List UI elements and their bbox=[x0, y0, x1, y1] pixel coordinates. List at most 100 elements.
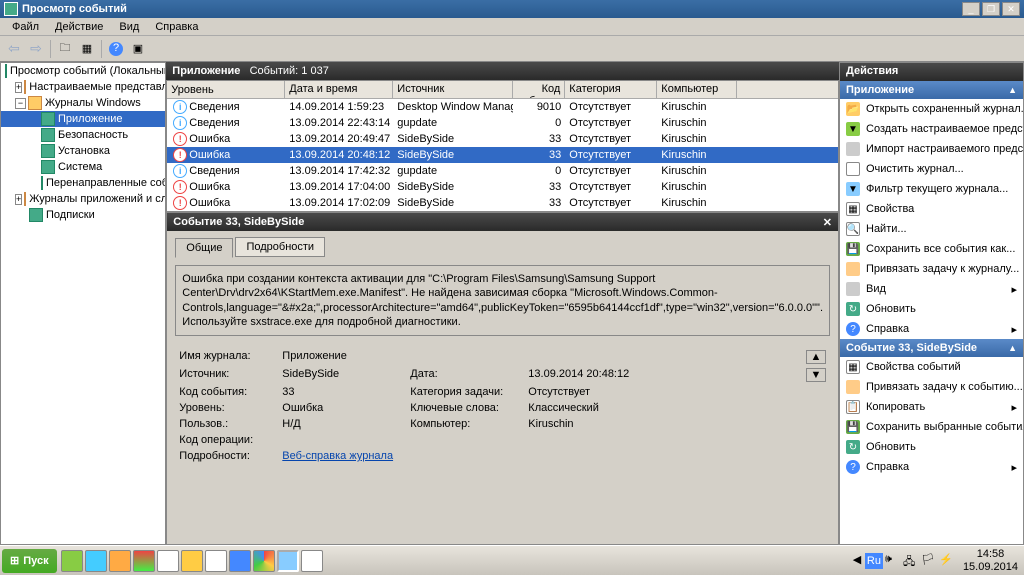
taskbar-app-3[interactable] bbox=[109, 550, 131, 572]
taskbar-app-2[interactable] bbox=[85, 550, 107, 572]
list-header: Приложение Событий: 1 037 bbox=[166, 62, 839, 80]
detail-header: Событие 33, SideBySide ✕ bbox=[167, 213, 838, 231]
detail-close-button[interactable]: ✕ bbox=[823, 216, 832, 229]
tray-icon-3[interactable]: 🏳 bbox=[921, 553, 937, 569]
action-attach-task-event[interactable]: Привязать задачу к событию... bbox=[840, 377, 1023, 397]
table-row[interactable]: iСведения13.09.2014 22:43:14gupdate0Отсу… bbox=[167, 115, 838, 131]
tray-lang[interactable]: Ru bbox=[865, 553, 883, 569]
tree-system[interactable]: Система bbox=[1, 159, 165, 175]
window-title: Просмотр событий bbox=[22, 3, 962, 15]
event-list[interactable]: Уровень Дата и время Источник Код событи… bbox=[166, 80, 839, 212]
tree-custom-views[interactable]: +Настраиваемые представления bbox=[1, 79, 165, 95]
actions-section-app[interactable]: Приложение▲ bbox=[840, 81, 1023, 99]
taskbar-app-6[interactable] bbox=[181, 550, 203, 572]
tree-root[interactable]: Просмотр событий (Локальный) bbox=[1, 63, 165, 79]
col-source[interactable]: Источник bbox=[393, 81, 513, 98]
help-button[interactable]: ? bbox=[106, 39, 126, 59]
back-button: ⇦ bbox=[4, 39, 24, 59]
tab-general[interactable]: Общие bbox=[175, 238, 233, 258]
table-row[interactable]: !Ошибка13.09.2014 20:48:12SideBySide33От… bbox=[167, 147, 838, 163]
folder-open-icon: 📂 bbox=[846, 102, 860, 116]
keywords-value: Классический bbox=[528, 402, 798, 414]
tray-icon-2[interactable]: 🖧 bbox=[903, 553, 919, 569]
taskbar-app-8[interactable] bbox=[229, 550, 251, 572]
table-row[interactable]: !Ошибка13.09.2014 17:04:00SideBySide33От… bbox=[167, 179, 838, 195]
tree-security[interactable]: Безопасность bbox=[1, 127, 165, 143]
tree-windows-logs[interactable]: −Журналы Windows bbox=[1, 95, 165, 111]
action-copy[interactable]: 📋Копировать▸ bbox=[840, 397, 1023, 417]
web-help-link[interactable]: Веб-справка журнала bbox=[282, 450, 393, 462]
start-button[interactable]: ⊞ Пуск bbox=[2, 549, 57, 573]
action-filter-log[interactable]: ▼Фильтр текущего журнала... bbox=[840, 179, 1023, 199]
tree-application[interactable]: Приложение bbox=[1, 111, 165, 127]
menubar: Файл Действие Вид Справка bbox=[0, 18, 1024, 36]
menu-view[interactable]: Вид bbox=[111, 19, 147, 35]
taskbar-app-1[interactable] bbox=[61, 550, 83, 572]
action-view[interactable]: Вид▸ bbox=[840, 279, 1023, 299]
action-help-2[interactable]: ?Справка▸ bbox=[840, 457, 1023, 477]
action-save-all[interactable]: 💾Сохранить все события как... bbox=[840, 239, 1023, 259]
close-button[interactable]: ✕ bbox=[1002, 2, 1020, 16]
code-value: 33 bbox=[282, 386, 402, 398]
titlebar: Просмотр событий _ ❐ ✕ bbox=[0, 0, 1024, 18]
menu-help[interactable]: Справка bbox=[147, 19, 206, 35]
taskbar-app-5[interactable] bbox=[157, 550, 179, 572]
tree-forwarded[interactable]: Перенаправленные события bbox=[1, 175, 165, 191]
toolbar-btn-3[interactable]: ▣ bbox=[128, 39, 148, 59]
event-message: Ошибка при создании контекста активации … bbox=[175, 265, 830, 336]
tray-clock[interactable]: 14:58 15.09.2014 bbox=[963, 548, 1018, 572]
tree-setup[interactable]: Установка bbox=[1, 143, 165, 159]
save-icon: 💾 bbox=[846, 242, 860, 256]
taskbar-app-4[interactable] bbox=[133, 550, 155, 572]
tree-app-services[interactable]: +Журналы приложений и служб bbox=[1, 191, 165, 207]
action-refresh[interactable]: ↻Обновить bbox=[840, 299, 1023, 319]
taskbar-app-11[interactable] bbox=[301, 550, 323, 572]
column-headers[interactable]: Уровень Дата и время Источник Код событи… bbox=[167, 81, 838, 99]
info-icon: i bbox=[173, 164, 187, 178]
nav-down-icon[interactable]: ▼ bbox=[806, 368, 826, 382]
tray-icon-4[interactable]: ⚡ bbox=[939, 553, 955, 569]
action-create-view[interactable]: ▼Создать настраиваемое представле... bbox=[840, 119, 1023, 139]
tree-panel[interactable]: Просмотр событий (Локальный) +Настраивае… bbox=[0, 62, 166, 545]
action-event-props[interactable]: ▦Свойства событий bbox=[840, 357, 1023, 377]
tray-icon-1[interactable]: 🕪 bbox=[885, 553, 901, 569]
action-import-view[interactable]: Импорт настраиваемого представле... bbox=[840, 139, 1023, 159]
error-icon: ! bbox=[173, 148, 187, 162]
toolbar-btn-2[interactable]: ▦ bbox=[77, 39, 97, 59]
tray-expand-icon[interactable]: ◀ bbox=[851, 553, 863, 569]
col-code[interactable]: Код события bbox=[513, 81, 565, 98]
action-clear-log[interactable]: Очистить журнал... bbox=[840, 159, 1023, 179]
table-row[interactable]: !Ошибка13.09.2014 17:02:09SideBySide33От… bbox=[167, 195, 838, 211]
maximize-button[interactable]: ❐ bbox=[982, 2, 1000, 16]
minimize-button[interactable]: _ bbox=[962, 2, 980, 16]
toolbar-btn-1[interactable]: 🗀 bbox=[55, 39, 75, 59]
action-open-log[interactable]: 📂Открыть сохраненный журнал... bbox=[840, 99, 1023, 119]
action-save-selected[interactable]: 💾Сохранить выбранные события... bbox=[840, 417, 1023, 437]
action-help[interactable]: ?Справка▸ bbox=[840, 319, 1023, 339]
taskbar-app-10[interactable] bbox=[277, 550, 299, 572]
table-row[interactable]: iСведения13.09.2014 17:42:32gupdate0Отсу… bbox=[167, 163, 838, 179]
user-value: Н/Д bbox=[282, 418, 402, 430]
save-icon: 💾 bbox=[846, 420, 860, 434]
code-label: Код события: bbox=[179, 386, 274, 398]
tab-details[interactable]: Подробности bbox=[235, 237, 325, 257]
nav-up-icon[interactable]: ▲ bbox=[806, 350, 826, 364]
menu-file[interactable]: Файл bbox=[4, 19, 47, 35]
col-computer[interactable]: Компьютер bbox=[657, 81, 737, 98]
tree-subscriptions[interactable]: Подписки bbox=[1, 207, 165, 223]
actions-section-event[interactable]: Событие 33, SideBySide▲ bbox=[840, 339, 1023, 357]
action-properties[interactable]: ▦Свойства bbox=[840, 199, 1023, 219]
action-find[interactable]: 🔍Найти... bbox=[840, 219, 1023, 239]
action-attach-task-log[interactable]: Привязать задачу к журналу... bbox=[840, 259, 1023, 279]
copy-icon: 📋 bbox=[846, 400, 860, 414]
table-row[interactable]: iСведения14.09.2014 1:59:23Desktop Windo… bbox=[167, 99, 838, 115]
table-row[interactable]: !Ошибка13.09.2014 20:49:47SideBySide33От… bbox=[167, 131, 838, 147]
action-refresh-2[interactable]: ↻Обновить bbox=[840, 437, 1023, 457]
col-date[interactable]: Дата и время bbox=[285, 81, 393, 98]
col-level[interactable]: Уровень bbox=[167, 81, 285, 98]
taskbar-app-9[interactable] bbox=[253, 550, 275, 572]
taskbar-app-7[interactable] bbox=[205, 550, 227, 572]
col-category[interactable]: Категория задачи bbox=[565, 81, 657, 98]
menu-action[interactable]: Действие bbox=[47, 19, 111, 35]
filter-icon: ▼ bbox=[846, 182, 860, 196]
